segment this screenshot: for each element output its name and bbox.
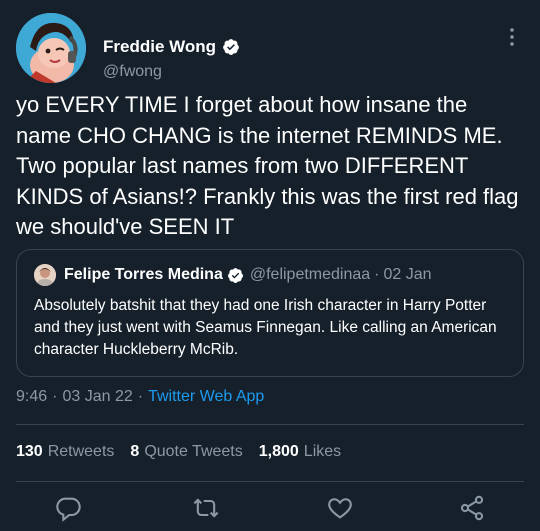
author-avatar[interactable] (16, 13, 86, 83)
quotes-count: 8 (130, 443, 140, 460)
quotes-stat[interactable]: 8 Quote Tweets (130, 443, 242, 461)
tweet-actions (0, 494, 540, 528)
divider (16, 424, 524, 425)
quote-text: Absolutely batshit that they had one Iri… (34, 297, 497, 358)
author-name[interactable]: Freddie Wong (103, 37, 216, 57)
quote-separator: · (374, 266, 380, 283)
tweet-text: yo EVERY TIME I forget about how insane … (16, 92, 519, 239)
quote-author-name: Felipe Torres Medina (64, 266, 223, 283)
tweet-time[interactable]: 9:46 (16, 388, 47, 406)
retweet-icon[interactable] (192, 494, 220, 522)
verified-icon (223, 39, 239, 55)
retweets-stat[interactable]: 130 Retweets (16, 443, 114, 461)
verified-icon (227, 267, 243, 283)
tweet-source-link[interactable]: Twitter Web App (148, 388, 264, 406)
meta-separator: · (52, 388, 58, 405)
quotes-label: Quote Tweets (144, 443, 243, 460)
retweets-label: Retweets (47, 443, 115, 460)
meta-separator: · (137, 388, 144, 405)
tweet-stats: 130 Retweets 8 Quote Tweets 1,800 Likes (16, 443, 357, 461)
divider (16, 481, 524, 482)
tweet-meta: 9:46 · 03 Jan 22 · Twitter Web App (16, 388, 264, 406)
tweet-header: Freddie Wong @fwong (16, 13, 524, 85)
tweet-date[interactable]: 03 Jan 22 (62, 388, 132, 406)
quote-author-avatar (34, 264, 56, 286)
likes-stat[interactable]: 1,800 Likes (259, 443, 341, 461)
retweets-count: 130 (16, 443, 43, 460)
reply-icon[interactable] (54, 494, 82, 522)
likes-count: 1,800 (258, 443, 299, 460)
quote-author-handle: @felipetmedinaa (249, 266, 371, 283)
quoted-tweet[interactable]: Felipe Torres Medina @felipetmedinaa · 0… (16, 249, 524, 377)
quote-date: 02 Jan (383, 266, 432, 283)
more-icon[interactable] (502, 25, 522, 49)
share-icon[interactable] (458, 494, 486, 522)
like-icon[interactable] (326, 494, 354, 522)
author-handle[interactable]: @fwong (103, 63, 162, 81)
likes-label: Likes (303, 443, 342, 460)
